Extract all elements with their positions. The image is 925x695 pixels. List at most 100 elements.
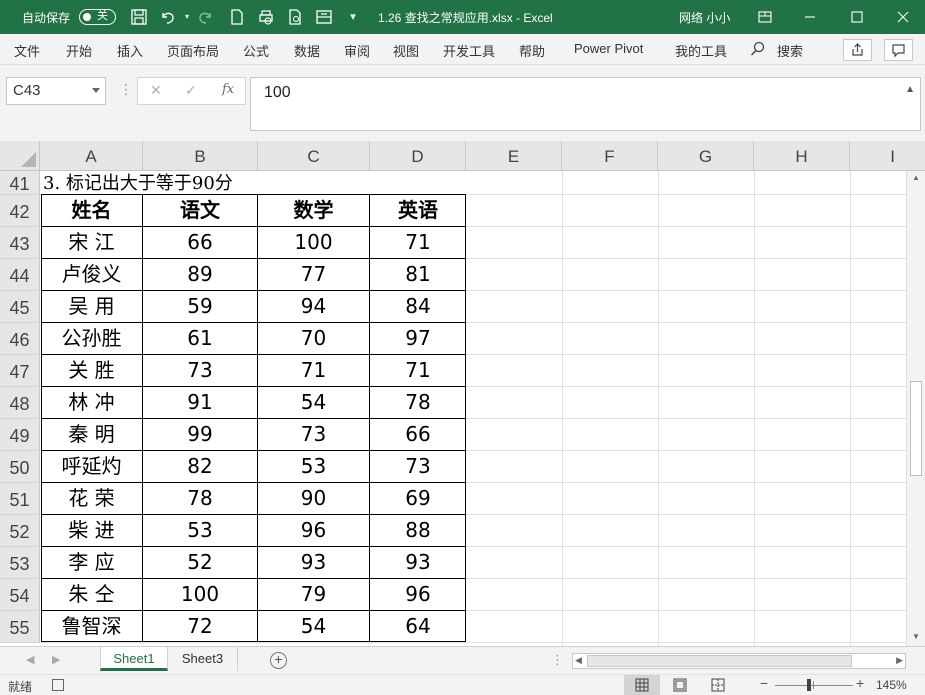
tab-page-layout[interactable]: 页面布局	[167, 41, 219, 60]
cell-english[interactable]: 84	[370, 290, 466, 322]
maximize-icon[interactable]	[847, 7, 867, 27]
cell-math[interactable]: 94	[258, 290, 369, 322]
vertical-scrollbar[interactable]: ▲ ▼	[906, 171, 925, 646]
cancel-icon[interactable]: ✕	[150, 82, 162, 99]
cell-math[interactable]: 71	[258, 354, 369, 386]
tab-review[interactable]: 审阅	[344, 41, 370, 60]
cell-name[interactable]: 朱 仝	[41, 578, 142, 610]
header-cell-chinese[interactable]: 语文	[143, 194, 257, 226]
row-header-47[interactable]: 47	[0, 355, 40, 387]
tab-power-pivot[interactable]: Power Pivot	[574, 41, 643, 56]
vertical-scroll-thumb[interactable]	[910, 381, 922, 476]
sheet-tab-sheet1[interactable]: Sheet1	[100, 647, 168, 671]
row-header-46[interactable]: 46	[0, 323, 40, 355]
undo-dropdown-icon[interactable]: ▾	[178, 8, 196, 26]
row-header-50[interactable]: 50	[0, 451, 40, 483]
zoom-slider-thumb[interactable]	[807, 679, 811, 691]
cell-math[interactable]: 70	[258, 322, 369, 354]
cell-name[interactable]: 柴 进	[41, 514, 142, 546]
cell-name[interactable]: 鲁智深	[41, 610, 142, 642]
row-header-53[interactable]: 53	[0, 547, 40, 579]
cell-chinese[interactable]: 100	[143, 578, 257, 610]
cell-chinese[interactable]: 91	[143, 386, 257, 418]
enter-icon[interactable]: ✓	[185, 82, 197, 99]
cell-chinese[interactable]: 66	[143, 226, 257, 258]
prev-sheet-icon[interactable]: ◀	[26, 653, 34, 666]
cell-english[interactable]: 71	[370, 226, 466, 258]
sheet-tab-sheet3[interactable]: Sheet3	[168, 647, 238, 671]
horizontal-scroll-thumb[interactable]	[587, 655, 852, 667]
cell-english[interactable]: 69	[370, 482, 466, 514]
cell-name[interactable]: 秦 明	[41, 418, 142, 450]
column-header-f[interactable]: F	[562, 141, 658, 171]
column-header-d[interactable]: D	[370, 141, 466, 171]
redo-icon[interactable]	[196, 8, 214, 26]
column-header-i[interactable]: I	[850, 141, 925, 171]
share-button[interactable]	[843, 39, 872, 61]
cell-english[interactable]: 88	[370, 514, 466, 546]
cell-name[interactable]: 李 应	[41, 546, 142, 578]
new-file-icon[interactable]	[228, 8, 246, 26]
column-header-a[interactable]: A	[40, 141, 143, 171]
cell-english[interactable]: 78	[370, 386, 466, 418]
cell-english[interactable]: 66	[370, 418, 466, 450]
zoom-out-button[interactable]: −	[760, 675, 768, 691]
zoom-level[interactable]: 145%	[876, 678, 907, 692]
cell-chinese[interactable]: 73	[143, 354, 257, 386]
cell-math[interactable]: 54	[258, 610, 369, 642]
tab-splitter-icon[interactable]: ⋮	[551, 652, 564, 668]
zoom-slider[interactable]	[775, 685, 853, 686]
cell-math[interactable]: 93	[258, 546, 369, 578]
header-cell-english[interactable]: 英语	[370, 194, 466, 226]
cell-name[interactable]: 关 胜	[41, 354, 142, 386]
section-title-cell[interactable]: 3. 标记出大于等于90分	[43, 171, 233, 195]
open-icon[interactable]	[286, 8, 304, 26]
row-header-51[interactable]: 51	[0, 483, 40, 515]
cell-name[interactable]: 公孙胜	[41, 322, 142, 354]
row-header-55[interactable]: 55	[0, 611, 40, 643]
cell-name[interactable]: 呼延灼	[41, 450, 142, 482]
row-header-44[interactable]: 44	[0, 259, 40, 291]
cell-math[interactable]: 73	[258, 418, 369, 450]
row-header-49[interactable]: 49	[0, 419, 40, 451]
cell-math[interactable]: 100	[258, 226, 369, 258]
save-icon[interactable]	[130, 8, 148, 26]
scroll-left-icon[interactable]: ◀	[575, 655, 582, 666]
search-label[interactable]: 搜索	[777, 41, 803, 60]
cell-name[interactable]: 林 冲	[41, 386, 142, 418]
row-header-52[interactable]: 52	[0, 515, 40, 547]
cell-chinese[interactable]: 61	[143, 322, 257, 354]
undo-icon[interactable]	[159, 8, 177, 26]
worksheet-grid[interactable]: A B C D E F G H I 41 42 43 44 45 46 47 4…	[0, 141, 925, 646]
cell-math[interactable]: 90	[258, 482, 369, 514]
minimize-icon[interactable]	[800, 7, 820, 27]
cell-name[interactable]: 花 荣	[41, 482, 142, 514]
page-break-view-button[interactable]	[700, 675, 736, 695]
row-header-45[interactable]: 45	[0, 291, 40, 323]
cell-math[interactable]: 53	[258, 450, 369, 482]
tab-insert[interactable]: 插入	[117, 41, 143, 60]
form-icon[interactable]	[315, 8, 333, 26]
tab-help[interactable]: 帮助	[519, 41, 545, 60]
cell-chinese[interactable]: 78	[143, 482, 257, 514]
column-header-h[interactable]: H	[754, 141, 850, 171]
tab-home[interactable]: 开始	[66, 41, 92, 60]
cell-english[interactable]: 93	[370, 546, 466, 578]
normal-view-button[interactable]	[624, 675, 660, 695]
scroll-right-icon[interactable]: ▶	[896, 655, 903, 666]
formula-bar-splitter[interactable]: ⋮	[119, 81, 133, 98]
scroll-down-icon[interactable]: ▼	[912, 632, 920, 641]
search-icon[interactable]	[750, 41, 765, 57]
cell-english[interactable]: 73	[370, 450, 466, 482]
ribbon-display-icon[interactable]	[755, 7, 775, 27]
name-box-dropdown-icon[interactable]	[92, 88, 100, 93]
column-header-b[interactable]: B	[143, 141, 258, 171]
zoom-in-button[interactable]: +	[856, 675, 864, 691]
column-header-g[interactable]: G	[658, 141, 754, 171]
print-preview-icon[interactable]	[257, 8, 275, 26]
cell-chinese[interactable]: 82	[143, 450, 257, 482]
row-header-41[interactable]: 41	[0, 171, 40, 195]
user-name[interactable]: 网络 小小	[679, 9, 730, 26]
tab-file[interactable]: 文件	[14, 41, 40, 60]
cell-chinese[interactable]: 59	[143, 290, 257, 322]
